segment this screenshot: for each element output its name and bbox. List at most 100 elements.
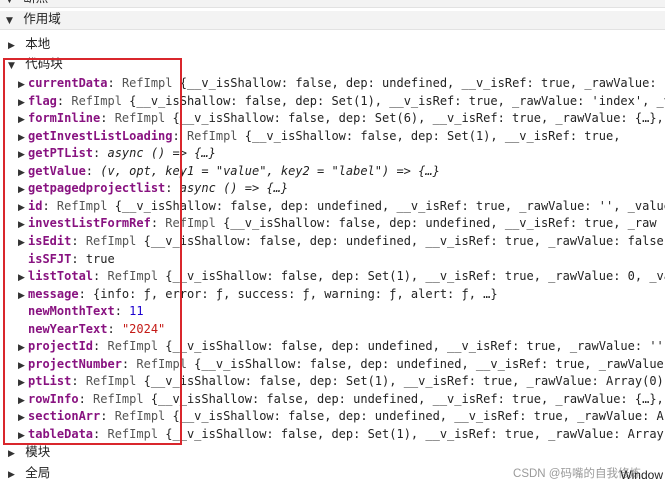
property-name: formInline: [28, 111, 101, 126]
property-type: RefImpl: [165, 216, 224, 231]
property-name: getValue: [28, 163, 86, 178]
property-row-getpagedprojectlist[interactable]: ▶ getpagedprojectlist: async () => {…}: [0, 180, 665, 198]
chevron-right-icon[interactable]: ▶: [18, 182, 28, 198]
property-row-listTotal[interactable]: ▶ listTotal: RefImpl {__v_isShallow: fals…: [0, 268, 665, 286]
property-row-sectionArr[interactable]: ▶ sectionArr: RefImpl {__v_isShallow: fal…: [0, 408, 665, 426]
property-colon: :: [85, 163, 101, 178]
property-row-message[interactable]: ▶ message: {info: ƒ, error: ƒ, success: ƒ…: [0, 286, 665, 304]
chevron-down-icon: ▼: [6, 0, 13, 5]
scope-module-label: 模块: [25, 445, 51, 459]
property-value: {__v_isShallow: false, dep: undefined, _…: [223, 216, 657, 231]
chevron-right-icon[interactable]: ▶: [18, 428, 28, 444]
property-colon: :: [71, 251, 86, 266]
property-colon: :: [150, 216, 166, 231]
property-colon: :: [93, 339, 108, 354]
chevron-right-icon[interactable]: ▶: [18, 217, 28, 233]
property-value: "2024": [121, 321, 166, 336]
property-type: RefImpl: [136, 356, 195, 371]
chevron-right-icon[interactable]: ▶: [18, 112, 28, 128]
scope-code-block-label: 代码块: [25, 57, 63, 71]
property-value: {__v_isShallow: false, dep: Set(1), __v_…: [129, 93, 665, 108]
property-value: async () => {…}: [107, 146, 216, 161]
property-colon: :: [93, 427, 108, 441]
property-row-isSFJT[interactable]: isSFJT: true: [0, 251, 665, 269]
property-value: 11: [129, 304, 144, 319]
chevron-right-icon[interactable]: ▶: [18, 393, 28, 409]
property-value: {__v_isShallow: false, dep: Set(1), __v_…: [143, 374, 665, 389]
chevron-right-icon[interactable]: ▶: [18, 147, 28, 163]
property-row-tableData[interactable]: ▶ tableData: RefImpl {__v_isShallow: fals…: [0, 426, 665, 444]
property-name: projectNumber: [28, 356, 122, 371]
property-value: {__v_isShallow: false, dep: Set(1), __v_…: [165, 427, 664, 441]
chevron-right-icon[interactable]: ▶: [18, 77, 28, 93]
property-row-getValue[interactable]: ▶ getValue: (v, opt, key1 = "value", key2…: [0, 163, 665, 181]
property-value: {__v_isShallow: false, dep: Set(1), __v_…: [244, 128, 621, 143]
property-row-ptList[interactable]: ▶ ptList: RefImpl {__v_isShallow: false, …: [0, 373, 665, 391]
chevron-right-icon[interactable]: ▶: [18, 130, 28, 146]
property-name: id: [28, 198, 43, 213]
chevron-right-icon[interactable]: ▶: [18, 235, 28, 251]
chevron-right-icon[interactable]: ▶: [18, 165, 28, 181]
scope-code-block[interactable]: ▼ 代码块: [0, 56, 665, 74]
property-colon: :: [78, 286, 94, 301]
scope-module[interactable]: ▶ 模块: [0, 444, 665, 462]
property-name: flag: [28, 93, 57, 108]
property-row-projectNumber[interactable]: ▶ projectNumber: RefImpl {__v_isShallow: …: [0, 356, 665, 374]
property-name: ptList: [28, 374, 72, 389]
property-value: true: [85, 251, 115, 266]
scope-global-label: 全局: [25, 466, 51, 480]
property-name: currentData: [28, 76, 108, 90]
property-row-newYearText[interactable]: newYearText: "2024": [0, 321, 665, 339]
chevron-right-icon[interactable]: ▶: [18, 410, 28, 426]
chevron-right-icon[interactable]: ▶: [18, 270, 28, 286]
chevron-right-icon[interactable]: ▶: [18, 375, 28, 391]
breakpoints-section-header[interactable]: ▼ 断点: [0, 0, 665, 8]
scope-local-label: 本地: [25, 37, 51, 51]
property-colon: :: [100, 111, 115, 126]
property-row-rowInfo[interactable]: ▶ rowInfo: RefImpl {__v_isShallow: false,…: [0, 391, 665, 409]
property-type: RefImpl: [85, 233, 144, 248]
property-colon: :: [42, 198, 57, 213]
chevron-right-icon[interactable]: ▶: [18, 200, 28, 216]
property-row-flag[interactable]: ▶ flag: RefImpl {__v_isShallow: false, de…: [0, 93, 665, 111]
property-row-projectId[interactable]: ▶ projectId: RefImpl {__v_isShallow: fals…: [0, 338, 665, 356]
property-value: {__v_isShallow: false, dep: undefined, _…: [172, 409, 665, 424]
property-colon: :: [107, 321, 122, 336]
property-row-getInvestListLoading[interactable]: ▶ getInvestListLoading: RefImpl {__v_isSh…: [0, 128, 665, 146]
property-name: newYearText: [28, 321, 108, 336]
property-row-getPTList[interactable]: ▶ getPTList: async () => {…}: [0, 145, 665, 163]
property-value: {__v_isShallow: false, dep: Set(1), __v_…: [165, 269, 665, 284]
scope-local[interactable]: ▶ 本地: [0, 36, 665, 54]
property-row-currentData[interactable]: ▶ currentData: RefImpl {__v_isShallow: fa…: [0, 75, 665, 93]
property-name: isSFJT: [28, 251, 72, 266]
chevron-right-icon[interactable]: ▶: [18, 95, 28, 111]
property-value: {__v_isShallow: false, dep: undefined, _…: [194, 356, 665, 371]
property-value: {__v_isShallow: false, dep: undefined, _…: [165, 339, 665, 354]
property-name: investListFormRef: [28, 216, 151, 231]
property-value: async () => {…}: [179, 181, 289, 196]
property-colon: :: [93, 269, 108, 284]
property-type: RefImpl: [56, 198, 115, 213]
chevron-right-icon[interactable]: ▶: [18, 358, 28, 374]
property-name: listTotal: [28, 269, 94, 284]
property-name: sectionArr: [28, 409, 101, 424]
property-colon: :: [56, 93, 72, 108]
global-value: Window: [620, 468, 663, 482]
scope-section-header[interactable]: ▼ 作用域: [0, 11, 665, 30]
property-row-formInline[interactable]: ▶ formInline: RefImpl {__v_isShallow: fal…: [0, 110, 665, 128]
property-row-investListFormRef[interactable]: ▶ investListFormRef: RefImpl {__v_isShall…: [0, 215, 665, 233]
property-name: projectId: [28, 339, 94, 354]
property-type: RefImpl: [107, 339, 166, 354]
chevron-right-icon[interactable]: ▶: [18, 340, 28, 356]
property-colon: :: [71, 374, 86, 389]
property-row-isEdit[interactable]: ▶ isEdit: RefImpl {__v_isShallow: false, …: [0, 233, 665, 251]
property-name: getInvestListLoading: [28, 128, 173, 143]
chevron-right-icon[interactable]: ▶: [18, 288, 28, 304]
property-row-id[interactable]: ▶ id: RefImpl {__v_isShallow: false, dep:…: [0, 198, 665, 216]
property-type: RefImpl: [107, 269, 166, 284]
property-colon: :: [121, 356, 137, 371]
property-name: isEdit: [28, 233, 72, 248]
property-type: RefImpl: [93, 391, 151, 406]
property-row-newMonthText[interactable]: newMonthText: 11: [0, 303, 665, 321]
property-type: RefImpl: [71, 93, 130, 108]
